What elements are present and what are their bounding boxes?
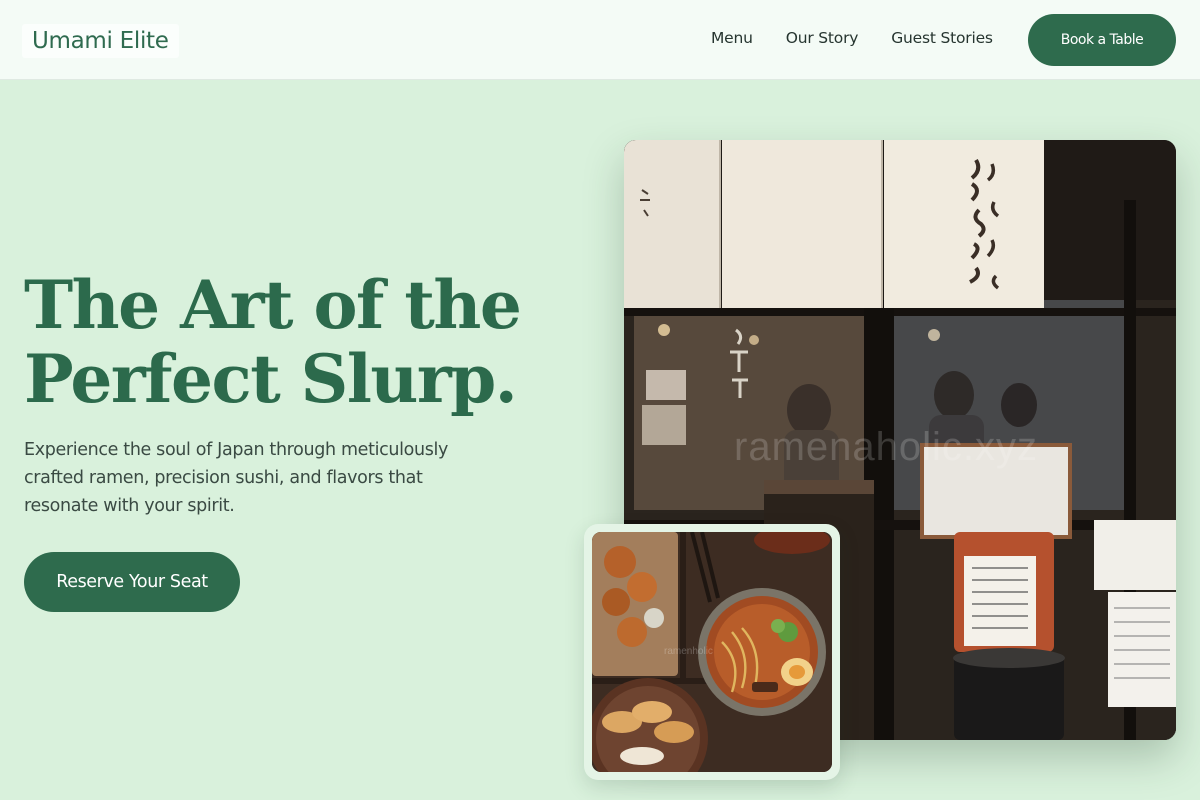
reserve-seat-button[interactable]: Reserve Your Seat bbox=[24, 552, 240, 612]
hero-title-line-2: Perfect Slurp. bbox=[24, 340, 518, 418]
top-nav: Umami Elite Menu Our Story Guest Stories… bbox=[0, 0, 1200, 80]
hero-subtitle: Experience the soul of Japan through met… bbox=[24, 440, 448, 516]
ramen-and-dishes-photo: ramenholic bbox=[584, 524, 840, 780]
book-table-button[interactable]: Book a Table bbox=[1028, 14, 1176, 66]
nav-links: Menu Our Story Guest Stories bbox=[711, 29, 993, 47]
food-photo-frame bbox=[592, 532, 832, 772]
nav-link-menu[interactable]: Menu bbox=[711, 29, 753, 47]
nav-link-our-story[interactable]: Our Story bbox=[786, 29, 859, 47]
nav-link-guest-stories[interactable]: Guest Stories bbox=[891, 29, 993, 47]
brand-logo[interactable]: Umami Elite bbox=[22, 24, 179, 58]
hero-title: The Art of the Perfect Slurp. bbox=[24, 268, 584, 416]
food-illustration bbox=[592, 532, 832, 772]
hero-title-line-1: The Art of the bbox=[24, 266, 522, 344]
